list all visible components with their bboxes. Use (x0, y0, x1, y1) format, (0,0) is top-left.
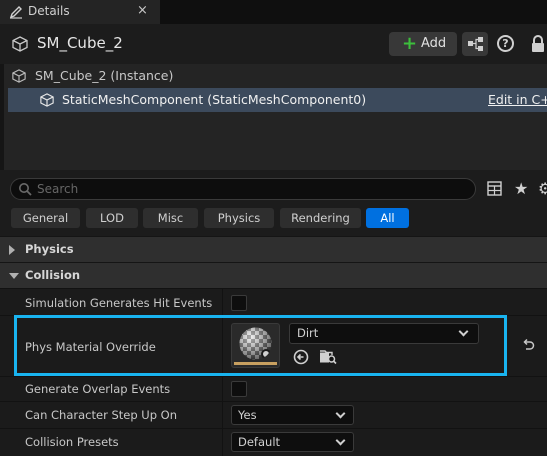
static-mesh-icon (12, 69, 26, 83)
blueprint-button[interactable] (462, 32, 488, 56)
material-sphere-icon (239, 327, 272, 360)
property-row-step-up: Can Character Step Up On Yes (0, 401, 547, 428)
property-row-sim-hit: Simulation Generates Hit Events (0, 288, 547, 315)
tab-details[interactable]: Details × (0, 0, 160, 24)
search-area: ★ ⚙ General LOD Misc Physics Rendering A… (0, 170, 547, 236)
filter-rendering[interactable]: Rendering (280, 208, 361, 228)
edit-in-cpp-link[interactable]: Edit in C++ (488, 92, 547, 107)
sim-hit-checkbox[interactable] (231, 295, 247, 311)
expand-arrow-icon (9, 245, 15, 255)
help-icon[interactable]: ? (497, 35, 514, 52)
gear-icon[interactable]: ⚙ (538, 179, 547, 198)
collision-presets-dropdown[interactable]: Default (231, 432, 354, 452)
property-label: Can Character Step Up On (25, 408, 178, 422)
chevron-down-icon (458, 326, 469, 337)
property-row-overlap: Generate Overlap Events (0, 376, 547, 401)
property-label: Phys Material Override (25, 340, 156, 354)
blueprint-icon (468, 37, 483, 51)
static-mesh-icon (39, 93, 55, 107)
tab-bar: Details × (0, 0, 547, 24)
filter-general[interactable]: General (11, 208, 80, 228)
browse-icon[interactable] (319, 348, 337, 365)
reset-icon[interactable] (521, 337, 535, 351)
column-divider (222, 316, 223, 376)
star-icon[interactable]: ★ (514, 179, 528, 198)
add-component-button[interactable]: + Add (389, 32, 457, 56)
collapse-arrow-icon (9, 273, 19, 279)
property-label: Collision Presets (25, 435, 119, 449)
tab-label: Details (28, 4, 70, 18)
details-header: SM_Cube_2 + Add ? (0, 24, 547, 64)
tree-item-instance[interactable]: SM_Cube_2 (Instance) (4, 64, 547, 88)
plus-icon: + (402, 33, 418, 54)
filter-all[interactable]: All (366, 208, 409, 228)
tree-item-label: SM_Cube_2 (Instance) (35, 68, 174, 83)
tree-item-label: StaticMeshComponent (StaticMeshComponent… (62, 92, 367, 107)
column-divider (222, 429, 223, 456)
table-icon[interactable] (487, 181, 502, 196)
object-name: SM_Cube_2 (37, 34, 123, 52)
search-input[interactable] (37, 180, 457, 198)
chevron-down-icon (335, 408, 346, 419)
dropdown-value: Yes (238, 408, 257, 422)
asset-type-bar (234, 362, 277, 365)
category-collision[interactable]: Collision (0, 262, 547, 288)
property-label: Simulation Generates Hit Events (25, 296, 213, 310)
component-tree: SM_Cube_2 (Instance) StaticMeshComponent… (4, 64, 547, 170)
column-divider (222, 402, 223, 428)
category-label: Collision (25, 268, 81, 282)
scrollbar-track[interactable] (539, 316, 547, 376)
filter-physics[interactable]: Physics (204, 208, 274, 228)
static-mesh-icon (12, 36, 28, 52)
add-label: Add (421, 36, 447, 51)
lock-icon[interactable] (529, 34, 547, 54)
property-row-phys-material: Phys Material Override Dirt (0, 315, 547, 376)
column-divider (222, 377, 223, 401)
dropdown-value: Default (238, 435, 281, 449)
use-selected-icon[interactable] (293, 349, 309, 365)
phys-material-dropdown[interactable]: Dirt (289, 323, 479, 344)
step-up-dropdown[interactable]: Yes (231, 405, 354, 425)
search-icon (18, 182, 32, 196)
close-icon[interactable]: × (137, 3, 148, 18)
search-field[interactable] (10, 178, 476, 200)
property-row-presets: Collision Presets Default (0, 428, 547, 456)
dropdown-value: Dirt (297, 326, 319, 340)
tree-item-component[interactable]: StaticMeshComponent (StaticMeshComponent… (8, 88, 547, 112)
material-thumbnail[interactable] (231, 323, 280, 368)
overlap-checkbox[interactable] (231, 381, 247, 397)
property-label: Generate Overlap Events (25, 382, 171, 396)
category-physics[interactable]: Physics (0, 236, 547, 262)
filter-lod[interactable]: LOD (86, 208, 138, 228)
filter-misc[interactable]: Misc (143, 208, 198, 228)
category-label: Physics (25, 242, 74, 256)
column-divider (222, 289, 223, 315)
chevron-down-icon (335, 435, 346, 446)
edit-pencil-icon (9, 5, 23, 19)
